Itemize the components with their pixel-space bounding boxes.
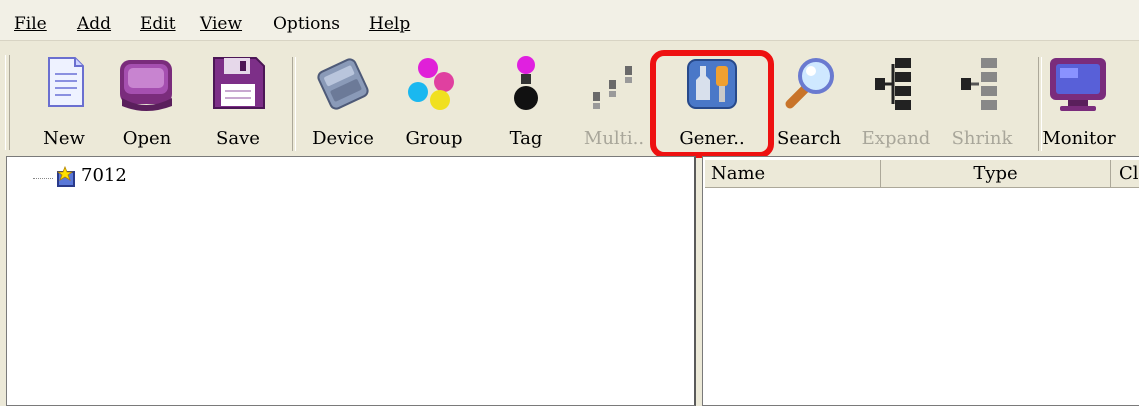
- menu-options[interactable]: Options: [273, 14, 340, 34]
- module-node-icon[interactable]: [55, 165, 79, 189]
- expand-tree-icon: [875, 58, 911, 110]
- floppy-disk-icon: [213, 57, 265, 109]
- search-button[interactable]: Search: [777, 52, 841, 154]
- magnifier-icon: [785, 58, 834, 109]
- toolbar-separator: [292, 57, 296, 151]
- tools-wrench-screwdriver-icon: [687, 59, 737, 109]
- monitor-icon: [1050, 58, 1106, 111]
- column-header-cl[interactable]: Cl: [1111, 160, 1139, 188]
- group-balls-icon: [408, 58, 454, 110]
- new-button[interactable]: New: [36, 52, 92, 154]
- menu-view[interactable]: View: [200, 14, 242, 34]
- menu-add[interactable]: Add: [77, 14, 111, 34]
- multi-blocks-icon: [593, 66, 632, 109]
- expand-button[interactable]: Expand: [862, 52, 930, 154]
- menu-help[interactable]: Help: [369, 14, 410, 34]
- tree-view[interactable]: 7012: [6, 156, 696, 406]
- multi-button[interactable]: Multi..: [584, 52, 644, 154]
- menu-bar: File Add Edit View Options Help: [0, 0, 1139, 41]
- tag-icon: [514, 56, 538, 110]
- list-view[interactable]: Name Type Cl: [702, 156, 1139, 406]
- device-button[interactable]: Device: [312, 52, 374, 154]
- column-header-name[interactable]: Name: [705, 160, 881, 188]
- tag-button[interactable]: Tag: [506, 52, 546, 154]
- shrink-button[interactable]: Shrink: [952, 52, 1012, 154]
- new-document-icon: [48, 57, 84, 107]
- open-button[interactable]: Open: [116, 52, 178, 154]
- tree-root-label[interactable]: 7012: [81, 165, 127, 186]
- device-module-icon: [317, 58, 369, 110]
- menu-edit[interactable]: Edit: [140, 14, 176, 34]
- group-button[interactable]: Group: [404, 52, 464, 154]
- general-button[interactable]: Gener..: [678, 52, 746, 154]
- toolbar-grip[interactable]: [5, 55, 10, 150]
- save-button[interactable]: Save: [210, 52, 266, 154]
- column-header-type[interactable]: Type: [881, 160, 1111, 188]
- monitor-button[interactable]: Monitor: [1042, 52, 1116, 154]
- menu-file[interactable]: File: [14, 14, 47, 34]
- tree-connector: [33, 178, 53, 180]
- shrink-tree-icon: [961, 58, 997, 110]
- open-folder-icon: [120, 60, 172, 111]
